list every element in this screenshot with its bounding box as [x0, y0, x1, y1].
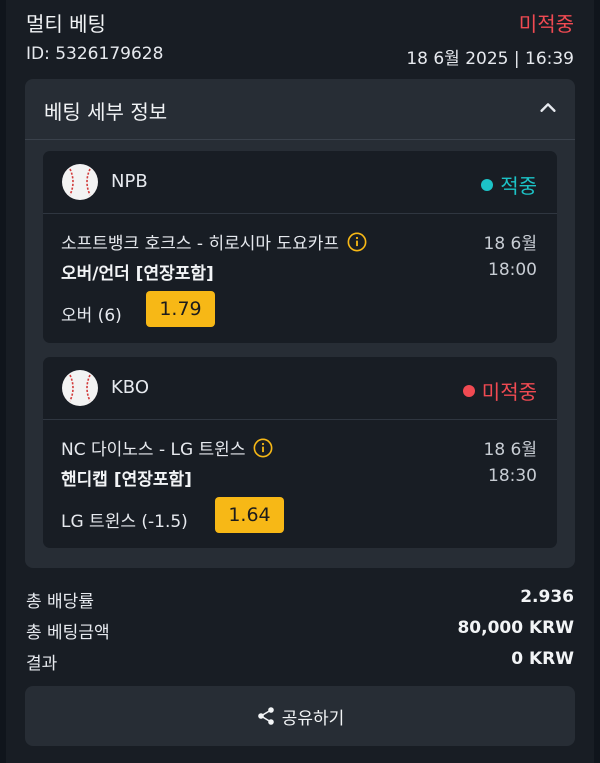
league-name: KBO: [111, 377, 150, 398]
selection-status: 미적중: [462, 376, 537, 405]
odds-badge: 1.79: [146, 291, 215, 327]
market-name: 핸디캡 [연장포함]: [61, 470, 192, 490]
bet-details-panel: 베팅 세부 정보 NPB 적중 소프트뱅크 호크스 - 히로시마 도요카프 18…: [25, 79, 575, 568]
bet-selection-card: KBO 미적중 NC 다이노스 - LG 트윈스 18 6월 핸디캡 [연장포함…: [43, 357, 557, 548]
match-date: 18 6월: [483, 440, 538, 460]
league-name: NPB: [111, 171, 148, 192]
stake-label: 총 베팅금액: [26, 623, 110, 643]
card-header: KBO 미적중: [43, 357, 557, 420]
chevron-up-icon[interactable]: [537, 97, 559, 119]
bet-status: 미적중: [518, 12, 574, 36]
status-dot: [481, 178, 494, 191]
match-row: 소프트뱅크 호크스 - 히로시마 도요카프: [61, 229, 367, 254]
result-label: 결과: [26, 654, 58, 674]
info-icon[interactable]: [253, 438, 273, 458]
bet-type-title: 멀티 베팅: [26, 12, 106, 36]
share-icon: [257, 707, 274, 725]
card-header: NPB 적중: [43, 151, 557, 214]
info-icon[interactable]: [347, 232, 367, 252]
bet-selection-card: NPB 적중 소프트뱅크 호크스 - 히로시마 도요카프 18 6월 오버/언더…: [43, 151, 557, 343]
bet-details-header[interactable]: 베팅 세부 정보: [25, 79, 575, 140]
status-label: 적중: [500, 174, 537, 198]
share-button[interactable]: 공유하기: [25, 686, 575, 746]
selection-pick: LG 트윈스 (-1.5): [61, 512, 188, 532]
match-date: 18 6월: [483, 234, 538, 254]
baseball-icon: [62, 164, 98, 200]
match-name: 소프트뱅크 호크스 - 히로시마 도요카프: [61, 234, 339, 254]
total-odds-label: 총 배당률: [26, 592, 94, 612]
result-value: 0 KRW: [511, 649, 574, 669]
match-time: 18:30: [488, 466, 537, 486]
baseball-icon: [62, 370, 98, 406]
status-label: 미적중: [481, 380, 537, 404]
match-row: NC 다이노스 - LG 트윈스: [61, 435, 273, 460]
match-time: 18:00: [488, 260, 537, 280]
match-name: NC 다이노스 - LG 트윈스: [61, 440, 246, 460]
bet-id: ID: 5326179628: [26, 44, 164, 64]
market-name: 오버/언더 [연장포함]: [61, 264, 214, 284]
bet-details-title: 베팅 세부 정보: [44, 100, 168, 124]
total-odds-value: 2.936: [520, 587, 574, 607]
odds-badge: 1.64: [215, 497, 284, 533]
selection-status: 적중: [481, 170, 537, 199]
bet-datetime: 18 6월 2025 | 16:39: [406, 49, 574, 69]
selection-pick: 오버 (6): [61, 306, 122, 326]
stake-value: 80,000 KRW: [457, 618, 574, 638]
status-dot: [462, 384, 475, 397]
share-label: 공유하기: [281, 708, 345, 729]
